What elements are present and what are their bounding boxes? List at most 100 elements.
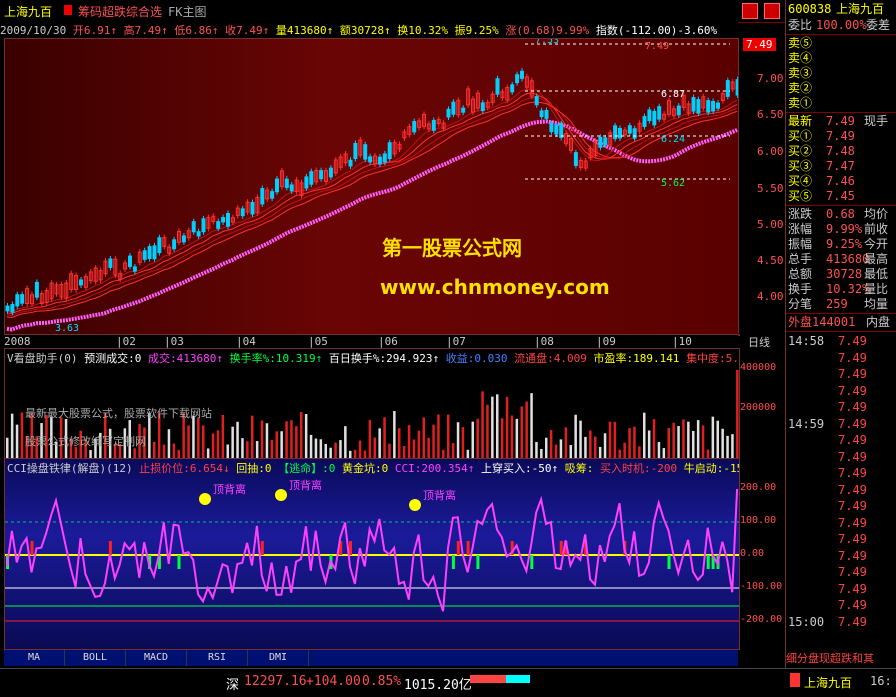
volume-bar: [520, 406, 523, 459]
panel-footer-tabs[interactable]: 细分盘现超跌和其: [786, 650, 896, 666]
cci-tick: -200.00: [740, 614, 783, 625]
indicator-name[interactable]: 筹码超跌综合选: [78, 3, 162, 20]
tick-row: 7.49: [838, 433, 867, 447]
sell-level: 卖③: [788, 66, 813, 80]
volume-bar: [657, 441, 661, 459]
volume-bar: [447, 414, 450, 459]
date-tick: 2008: [4, 335, 31, 348]
candle-body: [510, 84, 515, 93]
candle-body: [554, 124, 559, 135]
volume-bar: [643, 412, 646, 459]
level-label: 7.53: [535, 39, 559, 46]
tab-dmi[interactable]: DMI: [248, 650, 309, 666]
info-index: 指数(-112.00)-3.60%: [595, 24, 718, 37]
volume-bar: [456, 422, 460, 459]
current-hand-label: 现手: [864, 114, 889, 128]
volume-bar: [383, 417, 386, 459]
site-overlay-url: www.chnmoney.com: [380, 275, 610, 299]
volume-bar: [461, 427, 465, 459]
candle-body: [34, 281, 39, 298]
candle-body: [461, 107, 466, 113]
volume-bar: [358, 440, 362, 459]
volume-bar: [393, 411, 396, 459]
tick-row: 7.49: [838, 548, 867, 563]
tick-row: 7.49: [838, 515, 867, 530]
status-stock[interactable]: 上海九百: [804, 674, 852, 691]
divergence-face-icon: [275, 489, 287, 501]
volume-bar: [554, 444, 558, 459]
volume-bar: [236, 421, 239, 459]
volume-bar: [241, 438, 244, 459]
candle-body: [353, 142, 358, 160]
volume-bar: [496, 394, 499, 459]
candle-body: [691, 97, 696, 112]
cci-tick: 200.00: [740, 482, 777, 493]
volume-bar: [471, 421, 474, 459]
volume-bar: [197, 418, 200, 459]
candle-body: [304, 176, 309, 189]
sell-level: 卖①: [788, 96, 813, 110]
info-low: 低6.86↑: [174, 24, 219, 37]
indicator-tabs: MA BOLL MACD RSI DMI: [4, 650, 738, 666]
candle-body: [598, 136, 603, 148]
info-amplitude: 振9.25%: [454, 24, 499, 37]
tab-macd[interactable]: MACD: [126, 650, 187, 666]
volume-bar: [407, 425, 411, 459]
candle-body: [128, 255, 132, 267]
candle-body: [157, 237, 162, 254]
candle-body: [221, 217, 226, 223]
quote-stat: 换手 10.32% 量比: [788, 282, 889, 296]
candle-body: [515, 74, 520, 84]
candle-body: [382, 153, 387, 163]
volume-bar: [422, 417, 425, 459]
cci-tick: 100.00: [740, 515, 777, 526]
date-tick: |08: [534, 335, 554, 348]
quote-stat: 振幅 9.25% 今开: [788, 237, 889, 251]
candle-body: [240, 208, 245, 217]
date-tick: |03: [164, 335, 184, 348]
candle-body: [534, 96, 539, 106]
quote-stat: 总手 413680 最高: [788, 252, 889, 266]
candle-body: [142, 250, 147, 260]
close-window-icon[interactable]: [742, 3, 758, 19]
volume-bar: [731, 434, 734, 459]
candle-body: [480, 102, 485, 112]
cci-name: CCI操盘铁律(解盘)(12): [7, 462, 133, 475]
sell-level: 卖②: [788, 81, 813, 95]
maximize-window-icon[interactable]: [764, 3, 780, 19]
main-chart[interactable]: 7.53 7.49 6.87 6.24 5.62 3.63: [4, 38, 740, 336]
alert-icon[interactable]: [790, 673, 800, 687]
info-line: 2009/10/30 开6.91↑ 高7.49↑ 低6.86↑ 收7.49↑ 量…: [0, 22, 738, 38]
sell-level: 卖④: [788, 51, 813, 65]
tick-row: 7.49: [838, 532, 867, 546]
cci-signal-bar: [177, 555, 181, 569]
tab-boll[interactable]: BOLL: [65, 650, 126, 666]
candle-body: [711, 101, 716, 112]
volume-bar: [10, 413, 14, 459]
volume-pane[interactable]: V看盘助手(0) 预测成交:0 成交:413680↑ 换手率%:10.319↑ …: [4, 348, 740, 460]
tick-row: 7.49: [838, 350, 867, 365]
candle-body: [152, 245, 157, 260]
volume-tick: 400000: [740, 362, 777, 373]
volume-bar: [378, 428, 381, 459]
cci-pane[interactable]: CCI操盘铁律(解盘)(12) 止损价位:6.654↓ 回抽:0 【逃命】:0 …: [4, 458, 740, 650]
tab-ma[interactable]: MA: [4, 650, 65, 666]
price-tick: 4.50: [757, 254, 784, 267]
date-tick: |09: [596, 335, 616, 348]
cci-tick: 0.00: [740, 548, 765, 559]
volume-bar: [20, 412, 24, 459]
quote-stat: 涨幅 9.99% 前收: [788, 222, 889, 236]
volume-bar: [525, 401, 528, 459]
cci-signal-bar: [108, 541, 112, 555]
cci-header: CCI操盘铁律(解盘)(12) 止损价位:6.654↓ 回抽:0 【逃命】:0 …: [7, 460, 739, 476]
candlestick-chart: 7.53 7.49 6.87 6.24 5.62 3.63: [5, 39, 739, 334]
volume-bar: [721, 428, 724, 459]
level-label: 5.62: [661, 178, 685, 189]
tab-rsi[interactable]: RSI: [187, 650, 248, 666]
volume-bar: [334, 442, 337, 459]
status-bar: 深 12297.16 +104.00 0.85% 1015.20亿 上海九百 1…: [0, 668, 896, 697]
level-label: 6.87: [661, 89, 685, 100]
main-chart-label[interactable]: FK主图: [168, 3, 206, 20]
volume-bar: [285, 421, 288, 459]
price-tick: 7.00: [757, 72, 784, 85]
